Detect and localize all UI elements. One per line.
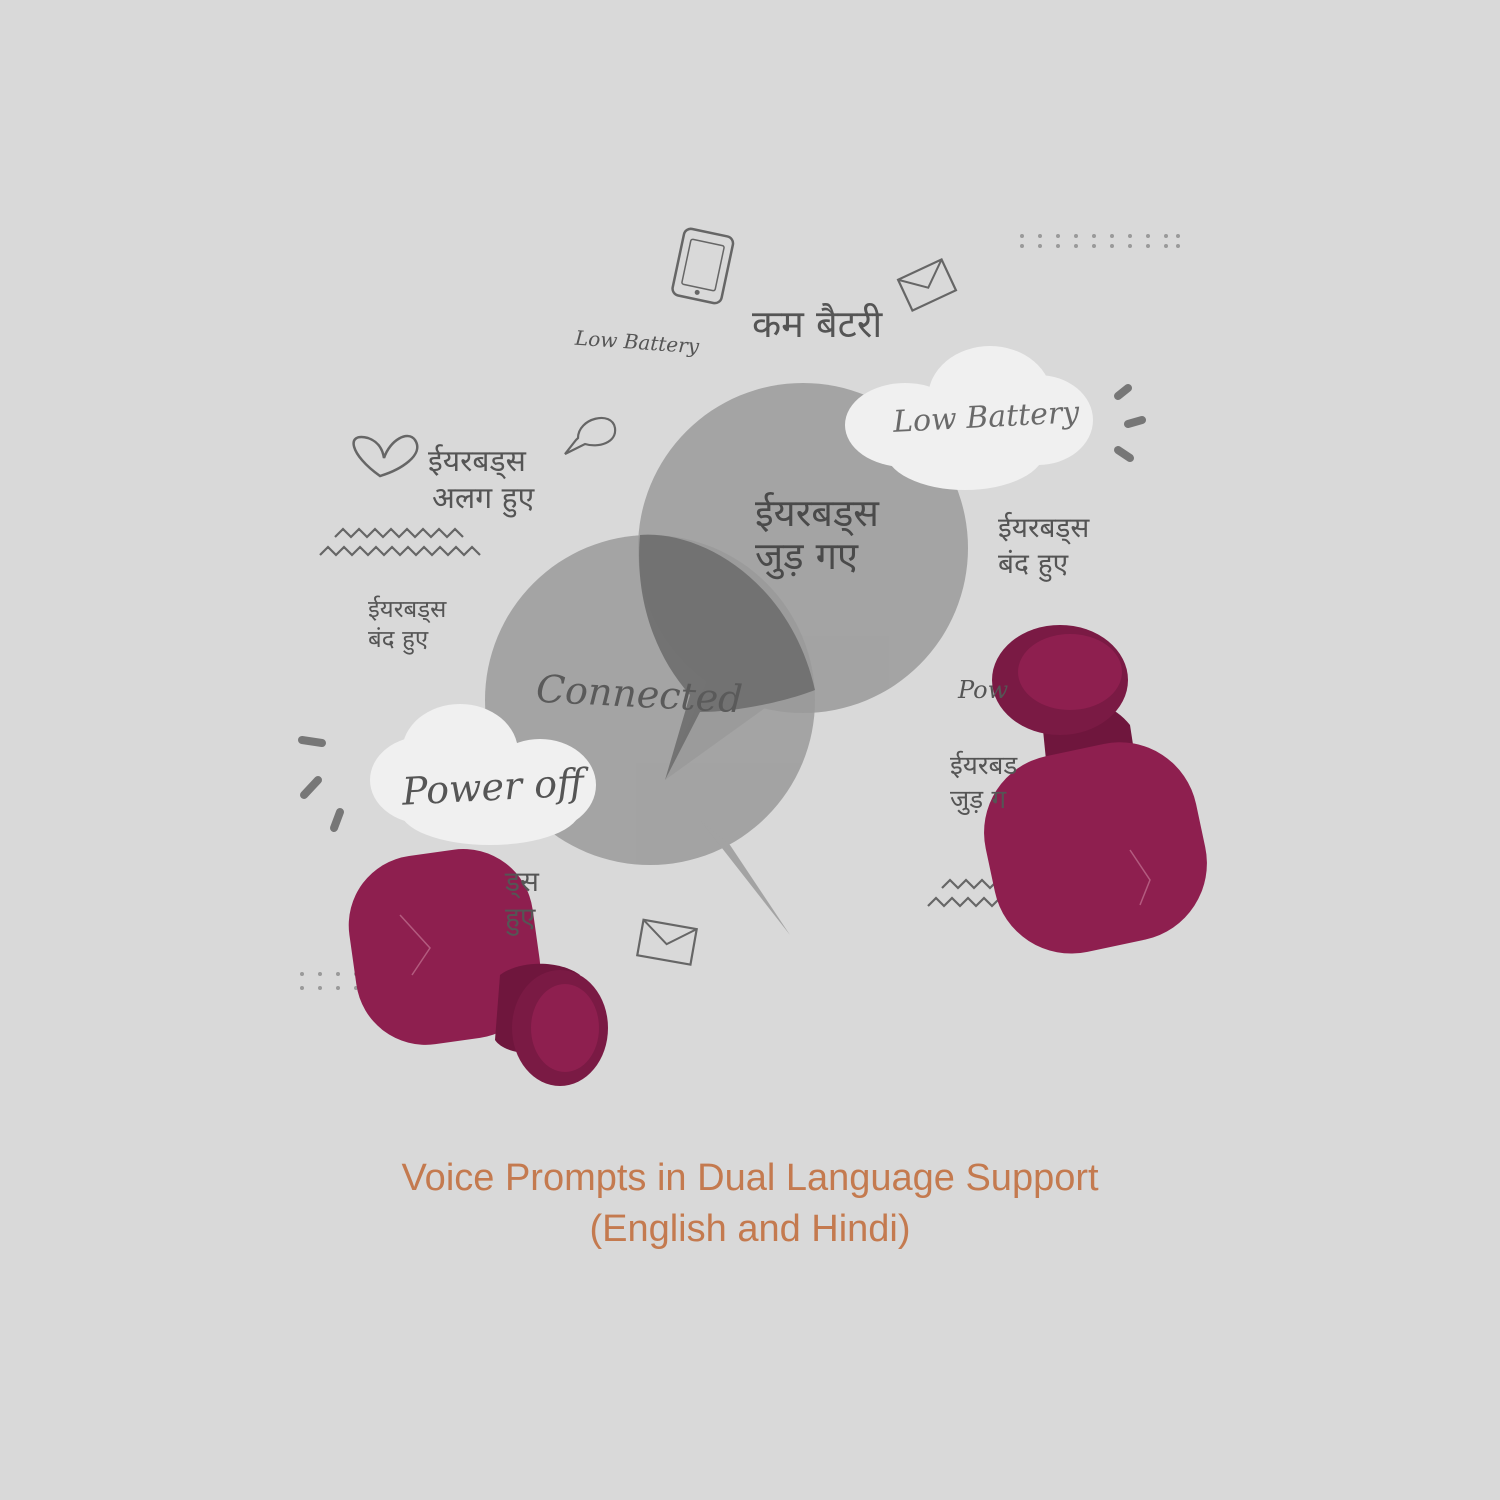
heart-icon xyxy=(352,434,419,478)
illustration xyxy=(298,227,1207,1086)
earbuds-connected-right-line1: ईयरबड xyxy=(950,751,1018,781)
earbuds-connected-right-line2: जुड़ ग xyxy=(950,785,1007,815)
kam-battery-doodle: कम बैटरी xyxy=(752,302,883,346)
dotted-line-bottom-left xyxy=(300,972,358,990)
power-partial-doodle: Pow xyxy=(958,676,1009,704)
earbuds-off-left-line2: बंद हुए xyxy=(368,625,429,653)
earbuds-off-right-line1: ईयरबड्स xyxy=(998,511,1090,544)
bubble-hindi-line2: जुड़ गए xyxy=(755,534,859,578)
envelope-icon xyxy=(896,257,958,313)
earbuds-partial-bottom-line1: ड्स xyxy=(505,865,539,898)
dash-marks-right xyxy=(1114,384,1146,462)
earbuds-disconnected-line1: ईयरबड्स xyxy=(428,444,526,479)
earbuds-disconnected-line2: अलग हुए xyxy=(432,481,535,516)
zigzag-left xyxy=(319,527,481,557)
tablet-icon xyxy=(671,227,735,305)
earbuds-partial-bottom-line2: हुए xyxy=(505,901,536,934)
dash-marks-left xyxy=(298,736,344,832)
earbuds-off-left-line1: ईयरबड्स xyxy=(368,595,447,623)
earbuds-off-right-line2: बंद हुए xyxy=(998,547,1069,580)
envelope-icon-bottom xyxy=(635,918,698,966)
speech-bubble-icon xyxy=(564,417,617,455)
bubble-hindi-line1: ईयरबड्स xyxy=(755,491,879,535)
caption-line1: Voice Prompts in Dual Language Support xyxy=(401,1157,1099,1199)
dotted-line-top-right xyxy=(1020,234,1180,248)
caption-line2: (English and Hindi) xyxy=(589,1208,911,1250)
earbud-left xyxy=(348,849,608,1086)
